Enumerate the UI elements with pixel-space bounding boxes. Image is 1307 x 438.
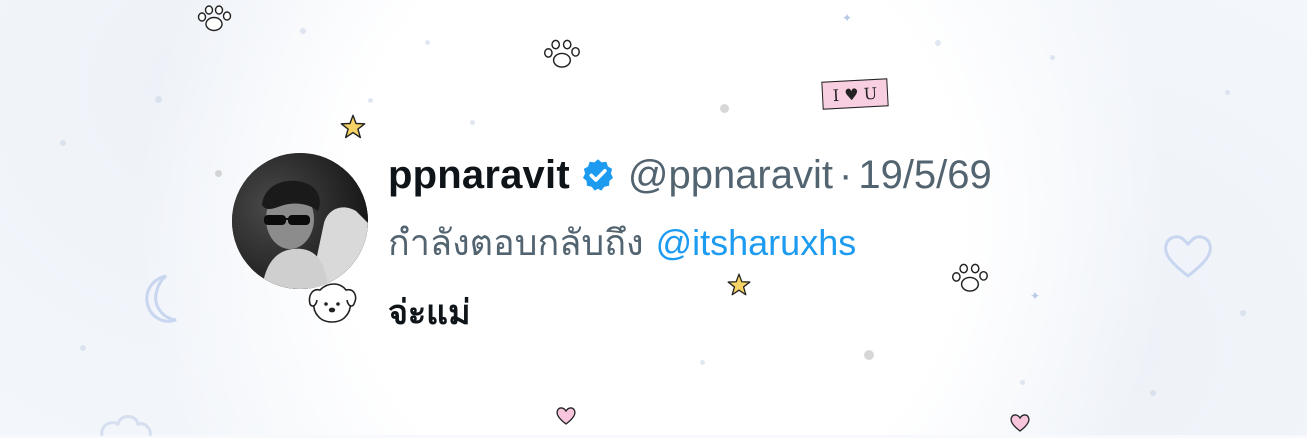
background-dot — [1240, 310, 1246, 316]
verified-badge-icon — [582, 159, 613, 191]
background-dot — [368, 98, 373, 103]
background-dot — [155, 96, 162, 103]
reply-mention-link[interactable]: @itsharuxhs — [656, 222, 857, 263]
paw-print-icon — [197, 5, 232, 32]
background-dot — [425, 40, 430, 45]
reply-context: กำลังตอบกลับถึง @itsharuxhs — [388, 218, 856, 268]
background-dot — [1150, 390, 1156, 396]
background-dot — [864, 350, 874, 360]
background-dot — [470, 120, 475, 125]
moon-icon — [145, 274, 177, 323]
background-dot — [60, 140, 66, 146]
heart-icon — [556, 407, 576, 425]
reply-prefix: กำลังตอบกลับถึง — [388, 222, 644, 263]
tweet-header: ppnaravit @ppnaravit · 19/5/69 — [388, 150, 992, 200]
background-dot — [80, 345, 86, 351]
background-dot — [720, 104, 729, 113]
background-dot — [215, 170, 222, 177]
avatar-photo — [232, 153, 368, 289]
love-tag-text: I ♥ U — [832, 83, 878, 105]
background-dot — [300, 28, 306, 34]
tweet: ppnaravit @ppnaravit · 19/5/69 กำลังตอบก… — [232, 150, 1132, 340]
heart-icon — [1010, 414, 1030, 432]
separator-dot: · — [839, 153, 853, 197]
avatar[interactable] — [232, 153, 368, 289]
dog-face-icon — [308, 283, 357, 323]
timestamp[interactable]: 19/5/69 — [858, 150, 991, 200]
handle[interactable]: @ppnaravit — [628, 150, 833, 200]
love-tag-sticker: I ♥ U — [821, 78, 889, 110]
display-name[interactable]: ppnaravit — [388, 150, 570, 200]
cloud-outline-icon — [100, 415, 152, 437]
background-dot — [935, 40, 941, 46]
tweet-text: จ่ะแม่ — [388, 294, 471, 332]
sparkle-icon: ✦ — [842, 11, 853, 25]
star-icon — [340, 114, 366, 139]
heart-outline-icon — [1164, 235, 1212, 278]
background-dot — [1050, 55, 1055, 60]
background-dot — [700, 360, 705, 365]
paw-print-icon — [543, 39, 580, 68]
background-dot — [1020, 380, 1025, 385]
background-dot — [1225, 90, 1230, 95]
